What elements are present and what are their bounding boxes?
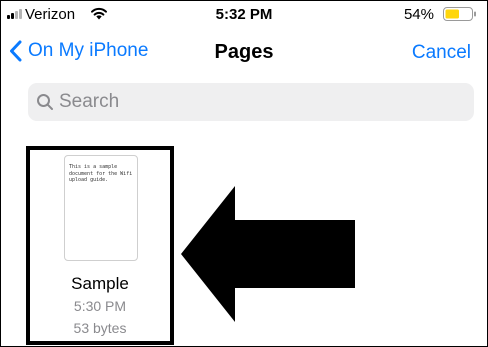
arrow-left-icon [181,186,355,322]
document-preview-text: This is a sample document for the Wifi u… [69,164,133,183]
search-input[interactable] [59,91,439,113]
navigation-bar: On My iPhone Pages Cancel [1,37,487,71]
file-modified-time: 5:30 PM [73,298,127,314]
file-size: 53 bytes [73,320,127,336]
file-name: Sample [71,274,129,293]
battery-percentage: 54% [403,6,434,23]
battery-icon [443,7,476,21]
file-item-sample[interactable]: This is a sample document for the Wifi u… [26,146,174,345]
search-bar[interactable] [28,83,474,121]
cancel-button[interactable]: Cancel [412,42,471,64]
screenshot-frame: Verizon 5:32 PM 54% On My iPhone Pages C… [0,0,488,347]
document-thumbnail: This is a sample document for the Wifi u… [64,155,138,261]
status-bar: Verizon 5:32 PM 54% [1,1,487,27]
search-icon [37,94,53,110]
